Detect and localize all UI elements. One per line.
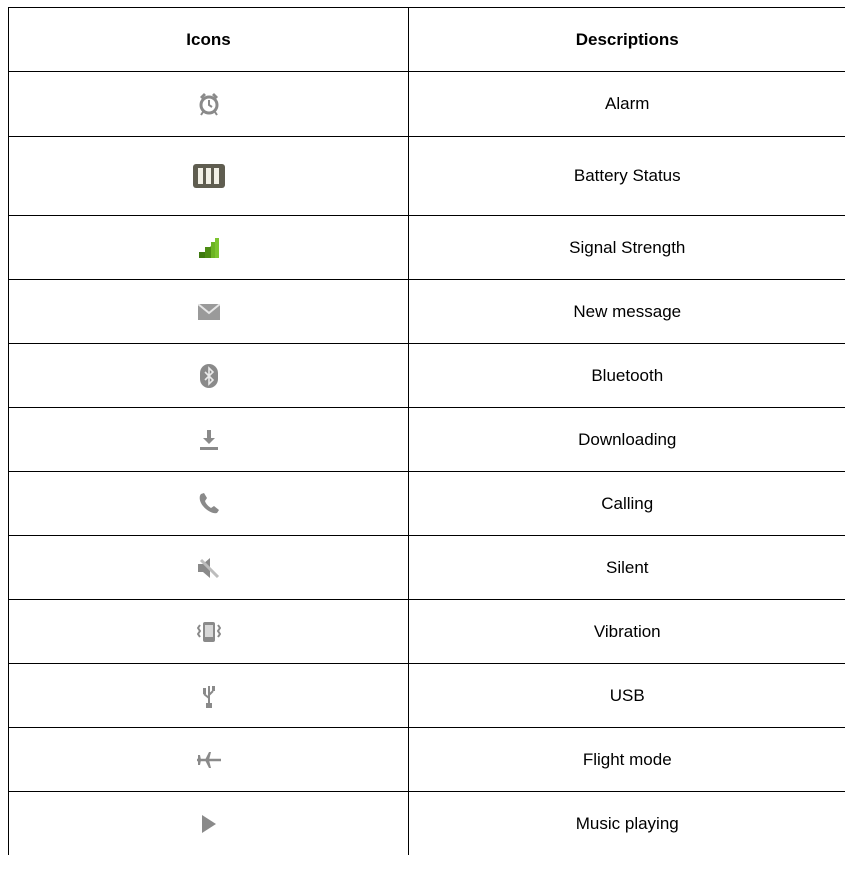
row-label: Bluetooth [408, 343, 845, 408]
bluetooth-icon [199, 363, 218, 388]
icons-column-header: Icons [8, 7, 409, 72]
table-row: Bluetooth [8, 343, 845, 408]
row-label: Calling [408, 471, 845, 536]
table-row: Alarm [8, 71, 845, 137]
status-icons-table: Icons Descriptions Alarm Battery Status … [8, 7, 845, 855]
row-label: Music playing [408, 791, 845, 855]
table-row: Battery Status [8, 136, 845, 216]
row-label: USB [408, 663, 845, 728]
row-label: Alarm [408, 71, 845, 137]
row-label: Silent [408, 535, 845, 600]
usb-icon [202, 684, 216, 708]
table-row: Calling [8, 471, 845, 536]
table-row: Downloading [8, 407, 845, 472]
row-label: Battery Status [408, 136, 845, 216]
battery-icon [192, 164, 225, 188]
table-row: Silent [8, 535, 845, 600]
vibrate-icon [196, 621, 221, 643]
airplane-icon [196, 751, 221, 769]
alarm-clock-icon [198, 92, 220, 116]
row-label: Vibration [408, 599, 845, 664]
table-header-row: Icons Descriptions [8, 7, 845, 72]
table-row: Vibration [8, 599, 845, 664]
table-row: Signal Strength [8, 215, 845, 280]
row-label: New message [408, 279, 845, 344]
signal-strength-icon [198, 237, 219, 258]
row-label: Flight mode [408, 727, 845, 792]
table-row: Flight mode [8, 727, 845, 792]
table-row: USB [8, 663, 845, 728]
phone-icon [198, 492, 220, 515]
table-row: New message [8, 279, 845, 344]
play-icon [201, 815, 216, 834]
muted-speaker-icon [197, 557, 220, 578]
table-row: Music playing [8, 791, 845, 855]
row-label: Signal Strength [408, 215, 845, 280]
envelope-icon [197, 304, 220, 321]
download-icon [199, 429, 218, 450]
descriptions-column-header: Descriptions [408, 7, 845, 72]
row-label: Downloading [408, 407, 845, 472]
